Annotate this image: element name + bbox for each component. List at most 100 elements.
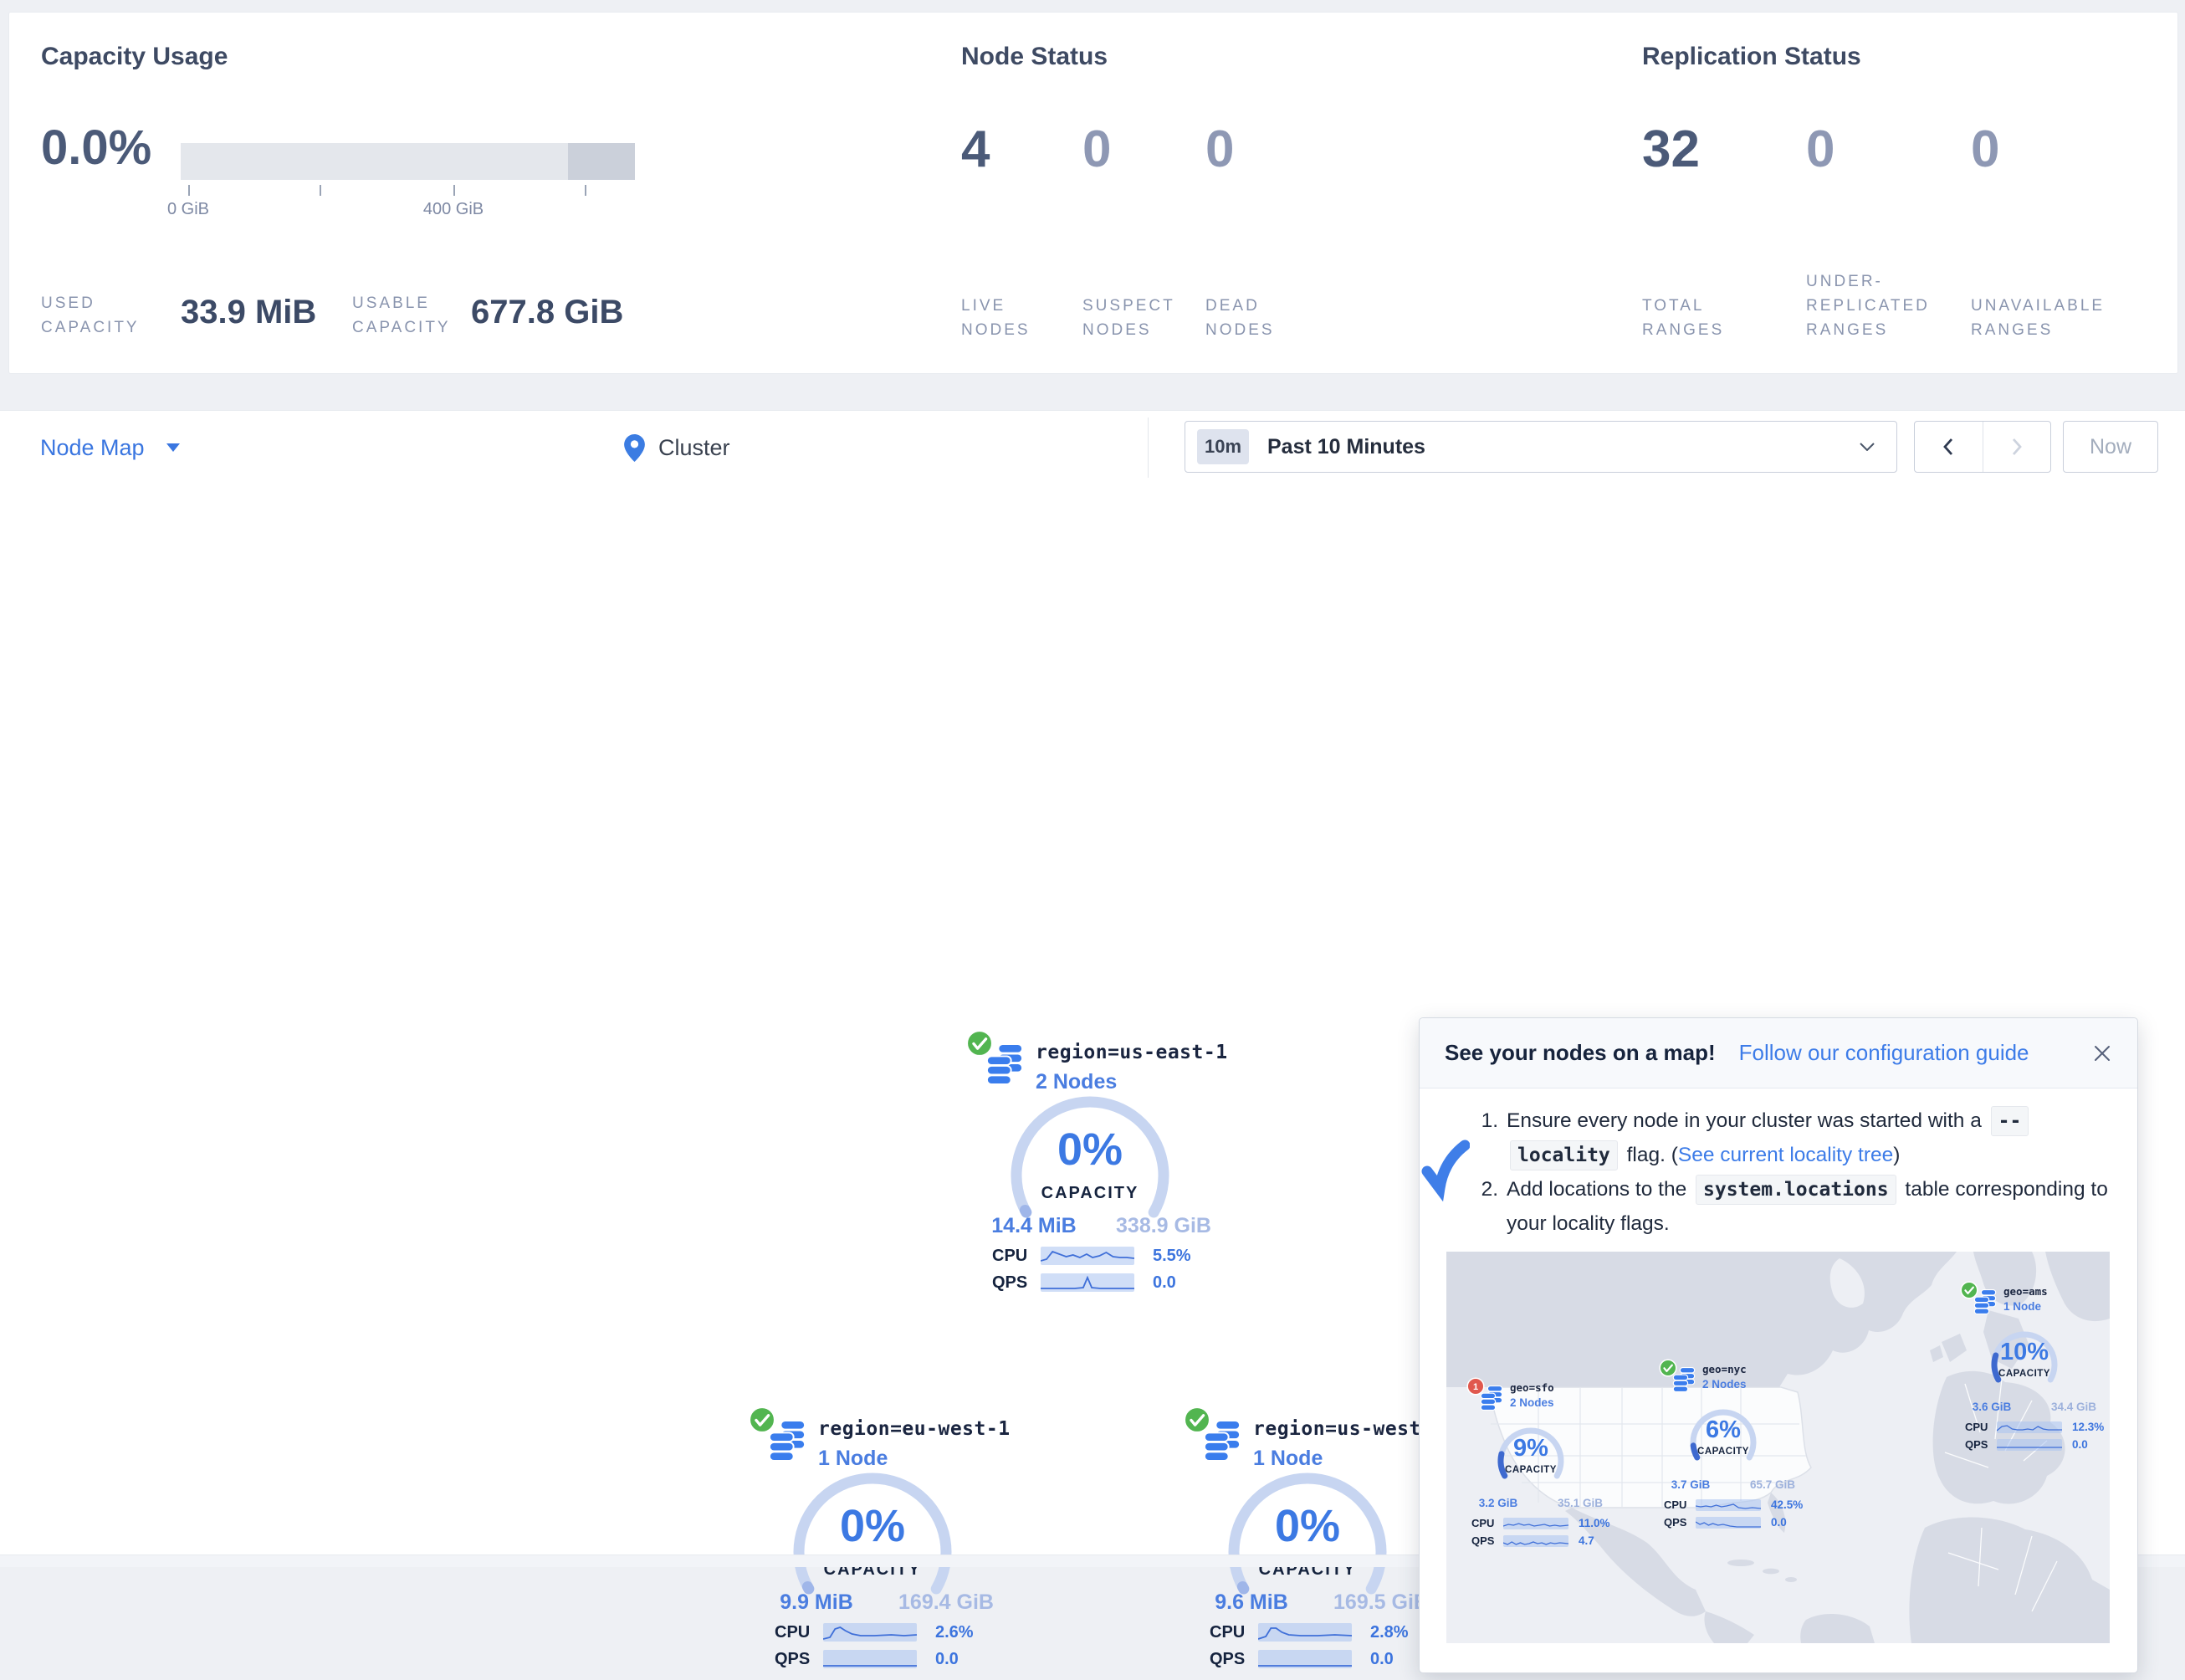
now-button[interactable]: Now — [2063, 421, 2158, 473]
locality-name: region=us-west-1 — [1253, 1418, 1446, 1440]
time-range-select[interactable]: 10m Past 10 Minutes — [1185, 421, 1897, 473]
cpu-value: 5.5% — [1153, 1247, 1228, 1266]
dead-nodes-count: 0 — [1205, 120, 1234, 179]
qps-label: QPS — [992, 1273, 1041, 1293]
qps-label: QPS — [775, 1650, 823, 1669]
qps-value: 0.0 — [1771, 1516, 1813, 1529]
capacity-label: CAPACITY — [1681, 1447, 1765, 1457]
nodes-count-link[interactable]: 1 Node — [2003, 1300, 2041, 1313]
capacity-usage-bar — [181, 143, 635, 180]
qps-sparkline — [1696, 1517, 1761, 1529]
map-pin-icon — [624, 434, 645, 462]
setup-steps: 1. Ensure every node in your cluster was… — [1468, 1104, 2117, 1241]
locality-group-us-west-1[interactable]: region=us-west-1 1 Node 0% CAPACITY 9.6 … — [1176, 1400, 1452, 1680]
usable-capacity-value: 677.8 GiB — [471, 294, 623, 331]
dead-nodes-label: DEAD NODES — [1205, 294, 1275, 342]
locality-name: region=eu-west-1 — [818, 1418, 1011, 1440]
database-stack-icon — [1203, 1420, 1241, 1462]
axis-tick — [453, 185, 455, 196]
qps-value: 4.7 — [1579, 1534, 1620, 1547]
capacity-usage-title: Capacity Usage — [41, 43, 228, 71]
cpu-label: CPU — [1471, 1517, 1503, 1529]
used-capacity: 14.4 MiB — [975, 1214, 1092, 1238]
cpu-label: CPU — [775, 1623, 823, 1642]
locality-tree-link[interactable]: See current locality tree — [1678, 1144, 1893, 1166]
cpu-sparkline — [1503, 1518, 1568, 1529]
breadcrumb-label: Cluster — [658, 435, 730, 461]
qps-label: QPS — [1664, 1516, 1696, 1529]
view-dropdown-label: Node Map — [40, 435, 145, 461]
database-stack-icon — [1672, 1367, 1696, 1392]
unavailable-ranges-count: 0 — [1971, 120, 1999, 179]
qps-sparkline — [1997, 1439, 2062, 1451]
close-icon[interactable] — [2092, 1043, 2112, 1063]
total-ranges-label: TOTAL RANGES — [1642, 294, 1724, 342]
total-ranges-count: 32 — [1642, 120, 1700, 179]
suspect-nodes-count: 0 — [1082, 120, 1111, 179]
used-capacity: 3.6 GiB — [1957, 1401, 2027, 1413]
axis-tick-label: 400 GiB — [386, 200, 520, 219]
map-toolbar: Node Map Cluster 10m Past 10 Minutes Now — [0, 410, 2185, 485]
cluster-stats-card: Capacity Usage 0.0% 0 GiB 400 GiB USED C… — [8, 12, 2178, 374]
setup-step-2: 2. Add locations to the system.locations… — [1468, 1172, 2117, 1241]
code-chip: -- — [1991, 1106, 2029, 1136]
code-chip: locality — [1510, 1140, 1618, 1170]
cpu-sparkline — [823, 1623, 917, 1642]
locality-group-geo-sfo[interactable]: geo=sfo 2 Nodes 9% CAPACITY 3.2 GiB 35.1… — [1463, 1373, 1630, 1553]
qps-sparkline — [1041, 1273, 1134, 1292]
usable-capacity-label: USABLE CAPACITY — [352, 291, 451, 340]
chevron-down-icon — [166, 443, 180, 452]
axis-tick-label: 0 GiB — [121, 200, 255, 219]
database-stack-icon — [1973, 1289, 1997, 1314]
live-nodes-label: LIVE NODES — [961, 294, 1031, 342]
used-capacity: 3.2 GiB — [1463, 1497, 1533, 1509]
cpu-sparkline — [1258, 1623, 1352, 1642]
unavailable-ranges-label: UNAVAILABLE RANGES — [1971, 294, 2105, 342]
chevron-down-icon — [1860, 443, 1875, 451]
used-capacity-value: 33.9 MiB — [181, 294, 316, 331]
capacity-label: CAPACITY — [1489, 1465, 1573, 1475]
node-map-canvas: region=us-east-1 2 Nodes 0% CAPACITY 14.… — [0, 484, 2185, 1555]
total-capacity: 34.4 GiB — [2029, 1401, 2110, 1413]
used-capacity: 9.6 MiB — [1193, 1590, 1310, 1615]
breadcrumb[interactable]: Cluster — [624, 411, 730, 484]
total-capacity: 169.4 GiB — [879, 1590, 1013, 1615]
capacity-percent: 0% — [785, 1500, 960, 1552]
popup-header: See your nodes on a map! Follow our conf… — [1420, 1018, 2137, 1088]
qps-sparkline — [1503, 1535, 1568, 1547]
qps-value: 0.0 — [2072, 1438, 2110, 1451]
total-capacity: 338.9 GiB — [1097, 1214, 1231, 1238]
locality-group-geo-nyc[interactable]: geo=nyc 2 Nodes 6% CAPACITY 3.7 GiB 65.7… — [1655, 1355, 1823, 1534]
nodes-count-link[interactable]: 2 Nodes — [1510, 1396, 1554, 1409]
capacity-usage-percent: 0.0% — [41, 120, 151, 176]
configuration-guide-link[interactable]: Follow our configuration guide — [1739, 1040, 2029, 1066]
qps-value: 0.0 — [935, 1650, 1011, 1669]
used-capacity: 3.7 GiB — [1655, 1478, 1726, 1491]
time-prev-button[interactable] — [1915, 422, 1983, 472]
suspect-nodes-label: SUSPECT NODES — [1082, 294, 1175, 342]
cpu-sparkline — [1041, 1247, 1134, 1265]
node-status-title: Node Status — [961, 43, 1108, 71]
cpu-label: CPU — [992, 1247, 1041, 1266]
cpu-label: CPU — [1965, 1421, 1997, 1433]
time-range-label: Past 10 Minutes — [1267, 435, 1425, 459]
locality-group-eu-west-1[interactable]: region=eu-west-1 1 Node 0% CAPACITY 9.9 … — [741, 1400, 1017, 1680]
qps-label: QPS — [1965, 1438, 1997, 1451]
locality-name: geo=sfo — [1510, 1381, 1554, 1394]
nodes-count-link[interactable]: 2 Nodes — [1702, 1378, 1747, 1391]
live-nodes-count: 4 — [961, 120, 990, 179]
time-next-button[interactable] — [1983, 422, 2051, 472]
cpu-value: 42.5% — [1771, 1498, 1813, 1511]
cpu-label: CPU — [1664, 1498, 1696, 1511]
total-capacity: 65.7 GiB — [1727, 1478, 1818, 1491]
toolbar-divider — [1148, 417, 1149, 478]
view-dropdown[interactable]: Node Map — [40, 411, 180, 484]
locality-name: region=us-east-1 — [1036, 1042, 1228, 1063]
locality-group-geo-ams[interactable]: geo=ams 1 Node 10% CAPACITY 3.6 GiB 34.4… — [1957, 1277, 2110, 1457]
cpu-sparkline — [1997, 1421, 2062, 1433]
total-capacity: 35.1 GiB — [1535, 1497, 1625, 1509]
database-stack-icon — [768, 1420, 806, 1462]
nodes-on-map-popup: See your nodes on a map! Follow our conf… — [1419, 1017, 2138, 1673]
locality-group-us-east-1[interactable]: region=us-east-1 2 Nodes 0% CAPACITY 14.… — [959, 1023, 1235, 1304]
axis-tick — [585, 185, 586, 196]
